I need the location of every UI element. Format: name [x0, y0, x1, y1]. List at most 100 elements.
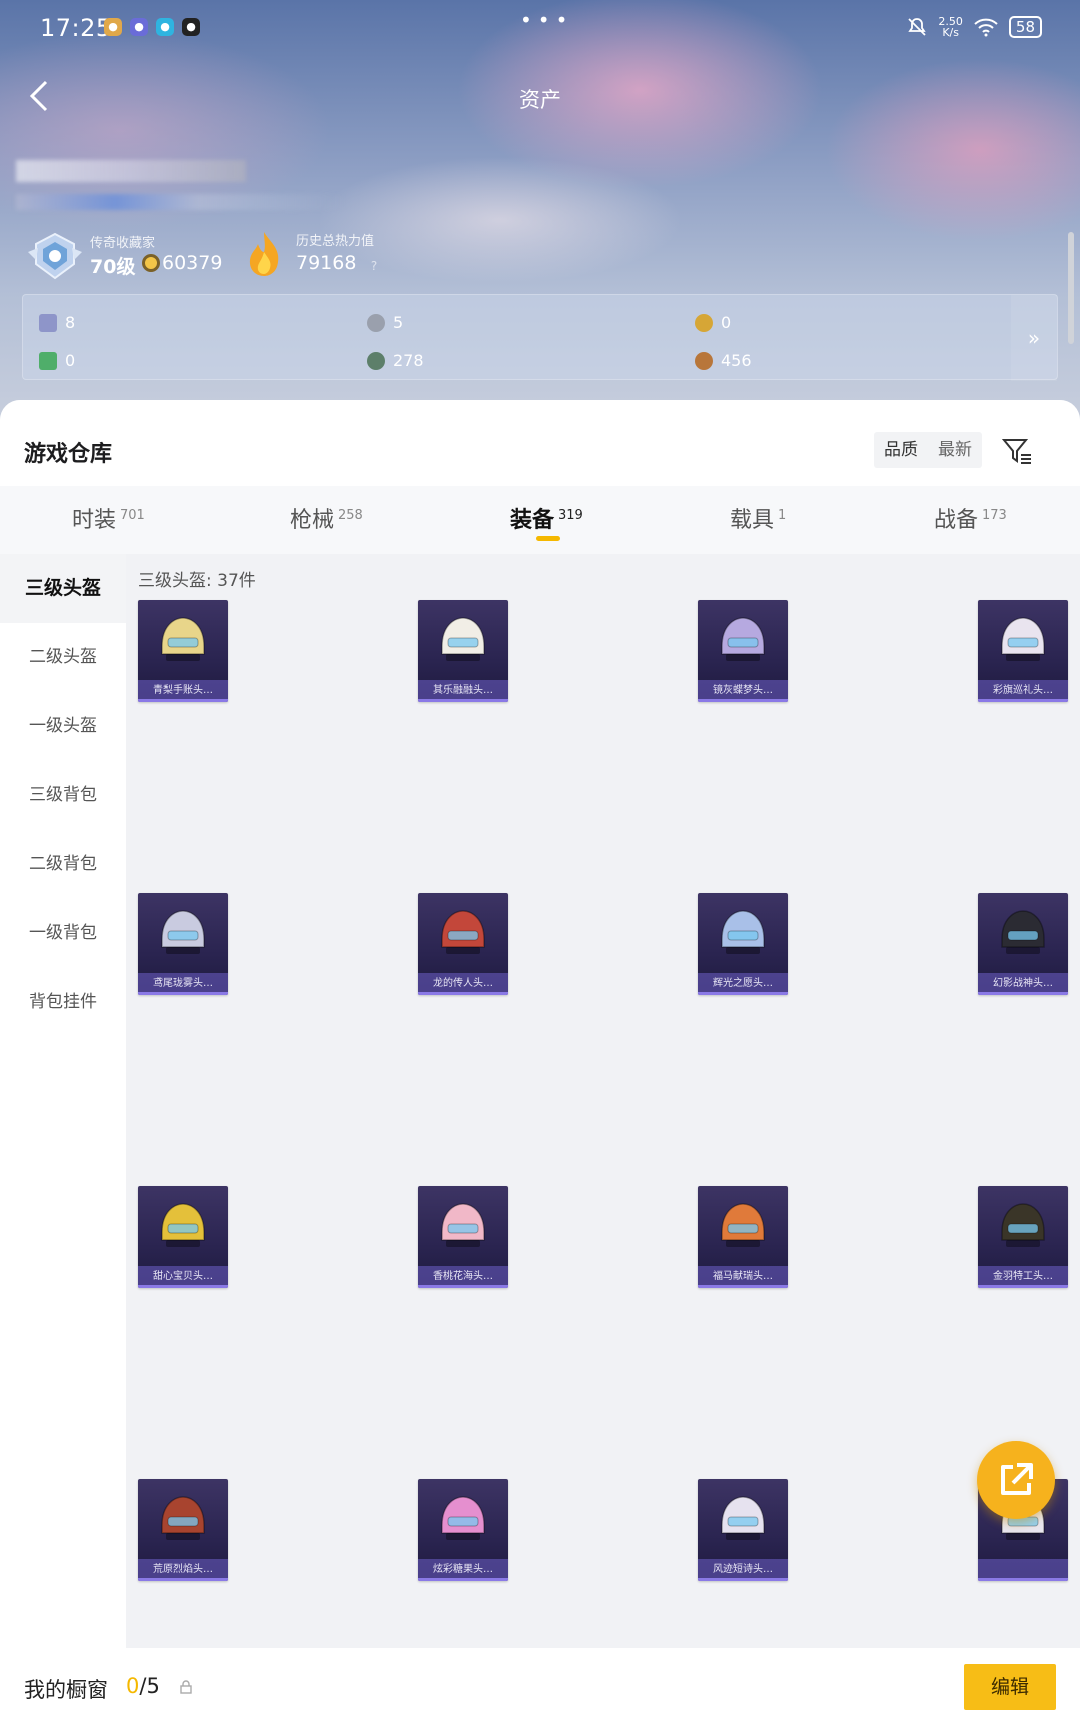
stat-item: 278: [367, 351, 424, 370]
helmet-icon: [441, 1203, 485, 1247]
more-dots-icon[interactable]: •••: [520, 8, 573, 32]
helmet-item-card[interactable]: 彩旗巡礼头…: [978, 600, 1068, 702]
showcase-max: /5: [139, 1674, 160, 1698]
mute-bell-icon: [908, 18, 927, 36]
helmet-item-card[interactable]: 幻影战神头…: [978, 893, 1068, 995]
helmet-icon: [441, 617, 485, 661]
help-icon[interactable]: ?: [366, 258, 382, 274]
lock-icon: [180, 1680, 192, 1694]
tab-equipment[interactable]: 装备 319: [510, 502, 583, 534]
rarity-bar: [418, 1285, 508, 1288]
warehouse-header: 游戏仓库 品质 最新: [0, 400, 1080, 486]
tab-label: 枪械: [290, 508, 335, 533]
rank-badge-icon: [28, 232, 82, 280]
rarity-bar: [418, 992, 508, 995]
rarity-bar: [418, 1578, 508, 1581]
sidebar-item-lv1-helmet[interactable]: 一级头盔: [0, 692, 126, 761]
scrollbar-thumb[interactable]: [1068, 232, 1074, 344]
rarity-bar: [978, 992, 1068, 995]
stat-item: 456: [695, 351, 752, 370]
stat-item: 0: [39, 351, 75, 370]
active-tab-indicator: [536, 536, 560, 541]
stat-gold-icon: [695, 313, 713, 332]
stat-value: 278: [393, 351, 424, 370]
sidebar-item-lv2-helmet[interactable]: 二级头盔: [0, 623, 126, 692]
sort-latest-option[interactable]: 最新: [928, 432, 982, 468]
tab-count: 701: [120, 508, 145, 523]
stat-value: 8: [65, 313, 76, 332]
helmet-icon: [721, 910, 765, 954]
tab-vehicles[interactable]: 载具 1: [730, 502, 786, 534]
helmet-icon: [1001, 910, 1045, 954]
app-notification-icon: ●: [104, 18, 122, 36]
helmet-icon: [161, 1496, 205, 1540]
helmet-item-card[interactable]: 其乐融融头…: [418, 600, 508, 702]
double-chevron-right-icon: »: [1027, 326, 1041, 350]
rarity-bar: [138, 699, 228, 702]
coin-icon: [142, 254, 160, 272]
item-grid: 三级头盔: 37件 青梨手账头… 其乐融融头… 镜灰蝶梦头… 彩旗巡礼头… 鸢尾珑雾头……: [126, 554, 1080, 1728]
helmet-item-card[interactable]: 镜灰蝶梦头…: [698, 600, 788, 702]
blurred-user-info: [16, 194, 346, 210]
status-app-icons: ● ● ● ●: [104, 18, 200, 36]
filter-icon[interactable]: [1000, 434, 1034, 468]
helmet-item-card[interactable]: 鸢尾珑雾头…: [138, 893, 228, 995]
helmet-item-card[interactable]: 荒原烈焰头…: [138, 1479, 228, 1581]
tab-firearms[interactable]: 枪械 258: [290, 502, 363, 534]
helmet-item-card[interactable]: 风迹短诗头…: [698, 1479, 788, 1581]
tab-supplies[interactable]: 战备 173: [934, 502, 1007, 534]
helmet-item-card[interactable]: 甜心宝贝头…: [138, 1186, 228, 1288]
sidebar-item-lv3-backpack[interactable]: 三级背包: [0, 761, 126, 830]
app-notification-icon: ●: [156, 18, 174, 36]
rarity-bar: [978, 699, 1068, 702]
tab-label: 装备: [510, 508, 555, 533]
helmet-icon: [441, 910, 485, 954]
rank-level: 70级: [90, 256, 136, 278]
helmet-item-card[interactable]: 辉光之愿头…: [698, 893, 788, 995]
share-button[interactable]: [977, 1441, 1055, 1519]
app-notification-icon: ●: [182, 18, 200, 36]
stats-panel: 8 5 0 0 278 456 »: [22, 294, 1058, 381]
stat-silver-icon: [367, 313, 385, 332]
category-tabs: 时装 701 枪械 258 装备 319 载具 1 战备 173: [0, 486, 1080, 554]
tab-count: 319: [558, 508, 583, 523]
tab-count: 173: [982, 508, 1007, 523]
warehouse-title: 游戏仓库: [24, 442, 113, 467]
warehouse-sheet: 游戏仓库 品质 最新 时装 701 枪械 258 装备 319 载具 1 战备 173 三…: [0, 400, 1080, 1728]
helmet-item-card[interactable]: 龙的传人头…: [418, 893, 508, 995]
helmet-icon: [161, 1203, 205, 1247]
tab-fashion[interactable]: 时装 701: [72, 502, 145, 534]
page-title: 资产: [519, 88, 561, 112]
stats-expand-button[interactable]: »: [1011, 295, 1057, 381]
sidebar-item-lv1-backpack[interactable]: 一级背包: [0, 899, 126, 968]
sort-quality-option[interactable]: 品质: [874, 432, 928, 468]
net-speed: 2.50 K/s: [938, 16, 963, 38]
heat-title: 历史总热力值: [296, 234, 375, 249]
helmet-item-card[interactable]: 青梨手账头…: [138, 600, 228, 702]
edit-button[interactable]: 编辑: [964, 1664, 1056, 1710]
sidebar-item-lv3-helmet[interactable]: 三级头盔: [0, 554, 126, 623]
tab-label: 时装: [72, 508, 117, 533]
stat-orb-icon: [367, 351, 385, 370]
app-notification-icon: ●: [130, 18, 148, 36]
sidebar-item-lv2-backpack[interactable]: 二级背包: [0, 830, 126, 899]
helmet-item-card[interactable]: 香桃花海头…: [418, 1186, 508, 1288]
rarity-bar: [698, 992, 788, 995]
stat-item: 0: [695, 313, 731, 332]
rarity-bar: [698, 1285, 788, 1288]
stat-item: 8: [39, 313, 75, 332]
helmet-item-card[interactable]: 炫彩糖果头…: [418, 1479, 508, 1581]
helmet-item-card[interactable]: 金羽特工头…: [978, 1186, 1068, 1288]
coin-value: 60379: [162, 252, 223, 274]
showcase-current: 0: [126, 1674, 140, 1698]
tab-count: 258: [338, 508, 363, 523]
helmet-item-card[interactable]: 福马献瑞头…: [698, 1186, 788, 1288]
stat-value: 0: [721, 313, 732, 332]
status-indicators: 2.50 K/s 58: [906, 16, 1042, 38]
showcase-count: 0/5: [126, 1674, 160, 1698]
helmet-icon: [1001, 1203, 1045, 1247]
stat-item: 5: [367, 313, 403, 332]
sidebar-item-backpack-charm[interactable]: 背包挂件: [0, 968, 126, 1037]
subcategory-sidebar: 三级头盔 二级头盔 一级头盔 三级背包 二级背包 一级背包 背包挂件: [0, 554, 126, 1728]
stat-value: 5: [393, 313, 404, 332]
